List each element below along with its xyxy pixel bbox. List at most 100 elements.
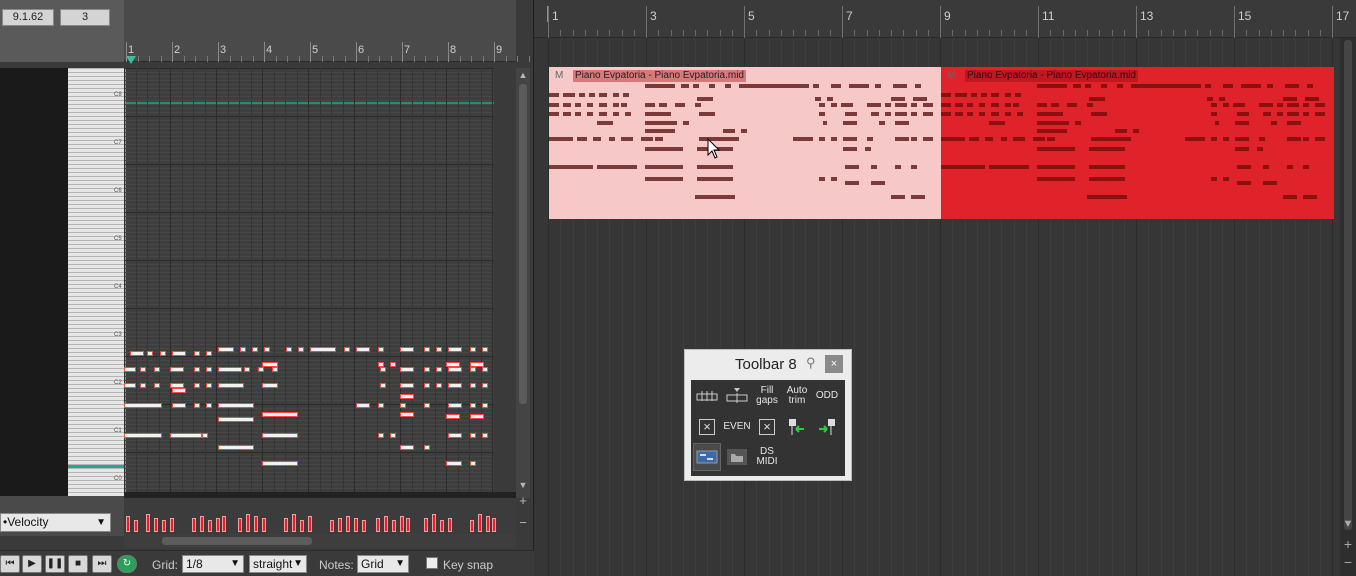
play-icon[interactable]: ▶ — [22, 555, 42, 573]
midi-note[interactable] — [378, 433, 384, 438]
split-items-icon[interactable] — [693, 382, 721, 410]
velocity-bar[interactable] — [354, 518, 358, 532]
scroll-down-icon[interactable]: ▼ — [1342, 518, 1354, 530]
midi-note[interactable] — [482, 403, 488, 408]
midi-note[interactable] — [446, 461, 462, 466]
midi-note[interactable] — [390, 433, 396, 438]
midi-note[interactable] — [380, 367, 386, 372]
mute-indicator[interactable]: M — [555, 70, 565, 82]
midi-note[interactable] — [172, 351, 186, 356]
midi-note[interactable] — [170, 433, 202, 438]
midi-note[interactable] — [194, 367, 200, 372]
midi-note[interactable] — [262, 433, 298, 438]
velocity-bar[interactable] — [246, 514, 250, 532]
midi-note[interactable] — [400, 412, 414, 417]
black-key[interactable] — [0, 120, 68, 136]
velocity-bar[interactable] — [392, 520, 396, 532]
midi-note[interactable] — [310, 347, 336, 352]
midi-note[interactable] — [448, 403, 462, 408]
zoom-in-icon[interactable]: + — [1342, 537, 1354, 551]
midi-note[interactable] — [424, 403, 430, 408]
midi-note[interactable] — [272, 367, 278, 372]
midi-note[interactable] — [262, 362, 278, 367]
midi-note[interactable] — [218, 417, 254, 422]
midi-note[interactable] — [424, 367, 430, 372]
velocity-bar[interactable] — [362, 520, 366, 532]
stop-icon[interactable]: ■ — [68, 555, 88, 573]
midi-note[interactable] — [344, 347, 350, 352]
midi-note[interactable] — [400, 394, 414, 399]
midi-note[interactable] — [448, 347, 462, 352]
midi-note[interactable] — [172, 403, 186, 408]
zoom-out-icon[interactable]: − — [518, 516, 528, 529]
fill-gaps-button[interactable]: Fill gaps — [753, 382, 781, 410]
black-key[interactable] — [0, 488, 68, 496]
swing-select[interactable]: straight ▼ — [249, 555, 307, 573]
midi-note[interactable] — [194, 403, 200, 408]
velocity-bar[interactable] — [432, 514, 436, 532]
midi-note[interactable] — [124, 433, 162, 438]
close-button[interactable]: × — [825, 355, 843, 373]
notes-select[interactable]: Grid ▼ — [357, 555, 409, 573]
black-key[interactable] — [0, 168, 68, 184]
velocity-bar[interactable] — [492, 518, 496, 532]
midi-note[interactable] — [482, 367, 488, 372]
midi-note[interactable] — [424, 383, 430, 388]
midi-note[interactable] — [356, 403, 370, 408]
black-key[interactable] — [0, 72, 68, 88]
piano-roll-keyboard[interactable]: C8 C7 C6 C5 C4 C3 C2 C1 C0 — [0, 68, 124, 496]
velocity-bar[interactable] — [262, 518, 266, 532]
midi-note[interactable] — [206, 351, 212, 356]
midi-editor-icon[interactable] — [693, 443, 721, 471]
midi-note[interactable] — [218, 403, 254, 408]
velocity-bar[interactable] — [346, 516, 350, 532]
midi-note[interactable] — [262, 461, 298, 466]
velocity-bar[interactable] — [284, 518, 288, 532]
midi-note[interactable] — [218, 347, 234, 352]
black-key[interactable] — [0, 312, 68, 328]
midi-note[interactable] — [147, 351, 153, 356]
folder-icon[interactable] — [723, 443, 751, 471]
velocity-bar[interactable] — [216, 518, 220, 532]
midi-note[interactable] — [124, 367, 136, 372]
velocity-bar[interactable] — [170, 518, 174, 532]
midi-note[interactable] — [400, 367, 414, 372]
midi-note[interactable] — [252, 347, 258, 352]
velocity-bar[interactable] — [292, 514, 296, 532]
loop-icon[interactable]: ↻ — [117, 555, 137, 573]
midi-note[interactable] — [160, 351, 166, 356]
midi-note[interactable] — [470, 433, 476, 438]
marker-left-icon[interactable] — [783, 413, 811, 441]
midi-note[interactable] — [400, 403, 406, 408]
skip-back-icon[interactable]: ⏮ — [0, 555, 20, 573]
velocity-bar[interactable] — [134, 520, 138, 532]
midi-note[interactable] — [446, 362, 460, 367]
cancel-icon[interactable]: × — [693, 413, 721, 441]
velocity-bar[interactable] — [384, 516, 388, 532]
scroll-down-icon[interactable]: ▼ — [518, 480, 528, 490]
midi-note[interactable] — [470, 414, 484, 419]
trim-items-icon[interactable] — [723, 382, 751, 410]
midi-note[interactable] — [240, 347, 246, 352]
ds-midi-button[interactable]: DS MIDI — [753, 443, 781, 471]
midi-note[interactable] — [424, 445, 430, 450]
velocity-bar[interactable] — [338, 518, 342, 532]
velocity-bar[interactable] — [376, 518, 380, 532]
midi-note[interactable] — [390, 362, 396, 367]
midi-note[interactable] — [124, 403, 162, 408]
midi-note[interactable] — [264, 347, 270, 352]
midi-note[interactable] — [130, 351, 144, 356]
midi-note[interactable] — [470, 403, 476, 408]
velocity-bar[interactable] — [448, 518, 452, 532]
marker-right-icon[interactable] — [813, 413, 841, 441]
midi-note[interactable] — [482, 383, 488, 388]
midi-note[interactable] — [124, 383, 136, 388]
midi-note[interactable] — [298, 347, 304, 352]
midi-note[interactable] — [436, 367, 442, 372]
midi-note[interactable] — [218, 445, 254, 450]
midi-note[interactable] — [258, 367, 264, 372]
timeline-ruler[interactable]: 1 3 5 7 9 11 13 15 17 — [534, 0, 1356, 38]
midi-note[interactable] — [206, 367, 212, 372]
velocity-bar[interactable] — [162, 520, 166, 532]
velocity-bar[interactable] — [254, 516, 258, 532]
